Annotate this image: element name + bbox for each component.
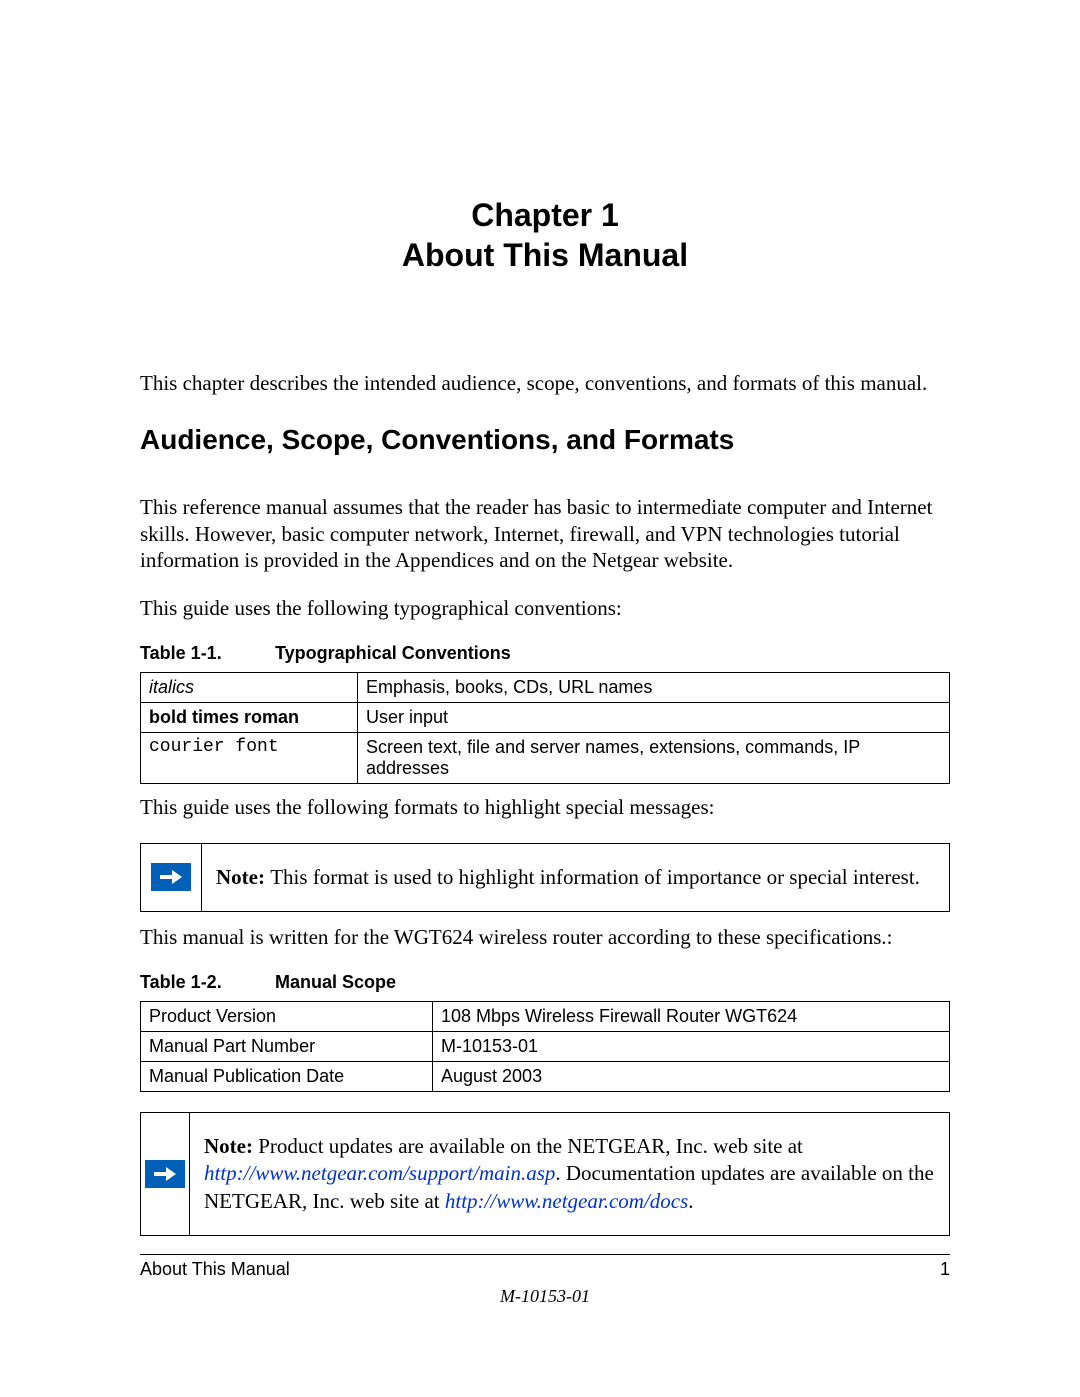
table-row: italics Emphasis, books, CDs, URL names [141,673,950,703]
cell-courier-desc: Screen text, file and server names, exte… [358,733,950,784]
note-1-text: Note: This format is used to highlight i… [202,844,934,911]
footer-left: About This Manual [140,1259,290,1280]
footer-page-number: 1 [940,1259,950,1280]
table-1-title: Typographical Conventions [275,643,511,663]
note-2-link2[interactable]: http://www.netgear.com/docs [445,1189,688,1213]
paragraph-1: This reference manual assumes that the r… [140,494,950,573]
note-2-link1[interactable]: http://www.netgear.com/support/main.asp [204,1161,555,1185]
note-2-t3: . [688,1189,693,1213]
cell-bold: bold times roman [141,703,358,733]
section-heading: Audience, Scope, Conventions, and Format… [140,424,950,456]
table-row: Manual Part Number M-10153-01 [141,1032,950,1062]
table-row: Product Version 108 Mbps Wireless Firewa… [141,1002,950,1032]
intro-paragraph: This chapter describes the intended audi… [140,370,950,396]
table-typographical-conventions: italics Emphasis, books, CDs, URL names … [140,672,950,784]
document-page: Chapter 1 About This Manual This chapter… [0,0,1080,1397]
page-footer: About This Manual 1 M-10153-01 [140,1254,950,1307]
cell-product-version-label: Product Version [141,1002,433,1032]
cell-italics-desc: Emphasis, books, CDs, URL names [358,673,950,703]
chapter-name: About This Manual [140,235,950,275]
paragraph-3: This guide uses the following formats to… [140,794,950,820]
note-box-1: Note: This format is used to highlight i… [140,843,950,912]
arrow-right-icon [145,1160,185,1188]
chapter-title: Chapter 1 About This Manual [140,195,950,275]
cell-italics: italics [141,673,358,703]
note-label: Note: [216,865,270,889]
footer-line: About This Manual 1 [140,1254,950,1280]
note-icon-cell [141,844,202,911]
paragraph-2: This guide uses the following typographi… [140,595,950,621]
cell-courier: courier font [141,733,358,784]
chapter-number: Chapter 1 [140,195,950,235]
table-row: Manual Publication Date August 2003 [141,1062,950,1092]
table-row: bold times roman User input [141,703,950,733]
note-2-t1: Product updates are available on the NET… [258,1134,803,1158]
note-label: Note: [204,1134,258,1158]
arrow-right-icon [151,863,191,891]
table-1-label: Table 1-1. [140,643,270,664]
cell-part-number-value: M-10153-01 [433,1032,950,1062]
footer-doc-number: M-10153-01 [140,1286,950,1307]
note-icon-cell [141,1113,190,1235]
cell-pub-date-label: Manual Publication Date [141,1062,433,1092]
cell-pub-date-value: August 2003 [433,1062,950,1092]
note-box-2: Note: Product updates are available on t… [140,1112,950,1236]
note-body: This format is used to highlight informa… [270,865,920,889]
cell-product-version-value: 108 Mbps Wireless Firewall Router WGT624 [433,1002,950,1032]
cell-part-number-label: Manual Part Number [141,1032,433,1062]
table-2-caption: Table 1-2. Manual Scope [140,972,950,993]
table-2-label: Table 1-2. [140,972,270,993]
table-manual-scope: Product Version 108 Mbps Wireless Firewa… [140,1001,950,1092]
paragraph-4: This manual is written for the WGT624 wi… [140,924,950,950]
note-2-text: Note: Product updates are available on t… [190,1113,949,1235]
table-2-title: Manual Scope [275,972,396,992]
table-1-caption: Table 1-1. Typographical Conventions [140,643,950,664]
table-row: courier font Screen text, file and serve… [141,733,950,784]
cell-bold-desc: User input [358,703,950,733]
